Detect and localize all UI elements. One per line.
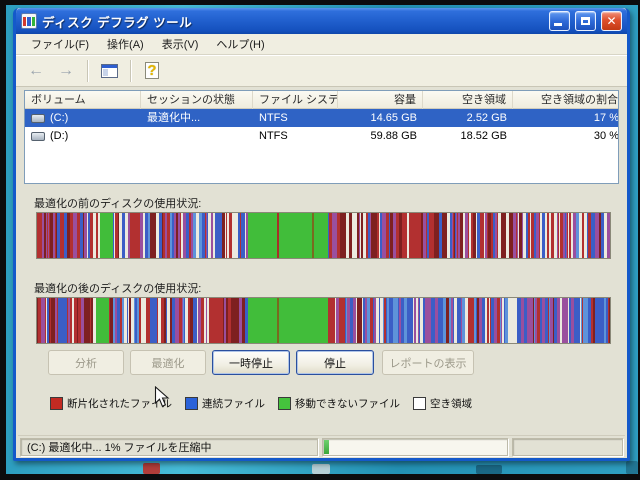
usage-segment-red xyxy=(209,298,223,343)
usage-segment-stripes xyxy=(37,298,58,343)
usage-segment-green xyxy=(248,298,277,343)
console-window-icon xyxy=(101,64,118,78)
defrag-progress-fill xyxy=(324,440,329,454)
usage-segment-blue xyxy=(58,298,68,343)
close-icon: ✕ xyxy=(606,15,616,27)
drive-icon xyxy=(31,114,45,123)
filesystem: NTFS xyxy=(253,127,338,145)
defragment-button: 最適化 xyxy=(130,350,206,375)
defrag-app-icon xyxy=(21,13,37,29)
drive-icon xyxy=(31,132,45,141)
column-header-free[interactable]: 空き領域 xyxy=(423,91,513,109)
list-header: ボリューム セッションの状態 ファイル システム 容量 空き領域 空き領域の割合 xyxy=(25,91,618,109)
column-header-filesystem[interactable]: ファイル システム xyxy=(253,91,338,109)
desktop-shadow xyxy=(626,461,638,474)
close-button[interactable]: ✕ xyxy=(601,11,622,31)
volume-row-c[interactable]: (C:) 最適化中... NTFS 14.65 GB 2.52 GB 17 % xyxy=(25,109,618,127)
free-percent: 17 % xyxy=(513,109,619,127)
view-report-button: レポートの表示 xyxy=(382,350,474,375)
column-header-session[interactable]: セッションの状態 xyxy=(141,91,253,109)
before-usage-label: 最適化の前のディスクの使用状況: xyxy=(34,195,201,211)
status-text: (C:) 最適化中... 1% ファイルを圧縮中 xyxy=(20,438,318,456)
defrag-progress-bar xyxy=(322,438,508,456)
volume-name: (C:) xyxy=(50,109,68,127)
column-header-capacity[interactable]: 容量 xyxy=(338,91,423,109)
usage-segment-stripes xyxy=(518,213,610,258)
usage-segment-green xyxy=(100,213,113,258)
after-usage-bar xyxy=(36,297,611,344)
legend: 断片化されたファイル 連続ファイル 移動できないファイル 空き領域 xyxy=(50,396,472,411)
back-arrow-icon: ← xyxy=(28,63,44,79)
minimize-button[interactable] xyxy=(549,11,570,31)
toolbar: ← → ? xyxy=(16,55,627,87)
volume-list: ボリューム セッションの状態 ファイル システム 容量 空き領域 空き領域の割合… xyxy=(24,90,619,184)
menu-view[interactable]: 表示(V) xyxy=(153,34,208,54)
defrag-window: ディスク デフラグ ツール ✕ ファイル(F) 操作(A) 表示(V) ヘルプ(… xyxy=(13,8,630,461)
free-percent: 30 % xyxy=(513,127,619,145)
stop-button[interactable]: 停止 xyxy=(296,350,374,375)
volume-row-d[interactable]: (D:) NTFS 59.88 GB 18.52 GB 30 % xyxy=(25,127,618,145)
monitor-screen: ディスク デフラグ ツール ✕ ファイル(F) 操作(A) 表示(V) ヘルプ(… xyxy=(6,5,638,474)
menu-bar: ファイル(F) 操作(A) 表示(V) ヘルプ(H) xyxy=(16,34,627,55)
legend-free-space: 空き領域 xyxy=(413,396,472,411)
usage-segment-stripes xyxy=(328,213,518,258)
usage-segment-stripes xyxy=(67,298,96,343)
menu-file[interactable]: ファイル(F) xyxy=(22,34,98,54)
free-space-color-swatch xyxy=(413,397,426,410)
volume-name: (D:) xyxy=(50,127,68,145)
legend-unmovable: 移動できないファイル xyxy=(278,396,400,411)
session-status: 最適化中... xyxy=(141,109,253,127)
console-tree-button[interactable] xyxy=(97,59,121,83)
legend-contiguous: 連続ファイル xyxy=(185,396,265,411)
back-button[interactable]: ← xyxy=(24,59,48,83)
window-body: ファイル(F) 操作(A) 表示(V) ヘルプ(H) ← → ? ボリューム セ… xyxy=(16,34,627,458)
status-pane-empty xyxy=(512,438,623,456)
usage-segment-green xyxy=(279,298,328,343)
usage-segment-stripes xyxy=(223,298,248,343)
before-usage-bar xyxy=(36,212,611,259)
desktop-icon xyxy=(312,464,330,474)
usage-segment-green xyxy=(279,213,312,258)
capacity: 59.88 GB xyxy=(338,127,423,145)
fragmented-color-swatch xyxy=(50,397,63,410)
usage-segment-stripes xyxy=(109,298,209,343)
maximize-icon xyxy=(581,17,590,25)
usage-segment-stripes xyxy=(113,213,248,258)
free-space: 18.52 GB xyxy=(423,127,513,145)
mouse-cursor xyxy=(154,386,170,413)
unmovable-color-swatch xyxy=(278,397,291,410)
window-title: ディスク デフラグ ツール xyxy=(42,12,544,31)
toolbar-separator xyxy=(130,60,131,82)
help-button[interactable]: ? xyxy=(140,59,164,83)
usage-segment-stripes xyxy=(517,298,610,343)
pause-button[interactable]: 一時停止 xyxy=(212,350,290,375)
analyze-button: 分析 xyxy=(48,350,124,375)
free-space: 2.52 GB xyxy=(423,109,513,127)
forward-button[interactable]: → xyxy=(54,59,78,83)
usage-segment-green xyxy=(314,213,328,258)
minimize-icon xyxy=(554,23,562,26)
menu-help[interactable]: ヘルプ(H) xyxy=(207,34,273,54)
usage-segment-white xyxy=(508,298,517,343)
filesystem: NTFS xyxy=(253,109,338,127)
contiguous-color-swatch xyxy=(185,397,198,410)
usage-segment-green xyxy=(96,298,109,343)
help-icon: ? xyxy=(145,62,159,79)
usage-segment-red xyxy=(328,298,335,343)
after-usage-label: 最適化の後のディスクの使用状況: xyxy=(34,280,201,296)
usage-segment-green xyxy=(248,213,277,258)
desktop-shadow xyxy=(476,465,502,474)
usage-segment-stripes xyxy=(37,213,100,258)
capacity: 14.65 GB xyxy=(338,109,423,127)
menu-action[interactable]: 操作(A) xyxy=(98,34,153,54)
toolbar-separator xyxy=(87,60,88,82)
column-header-volume[interactable]: ボリューム xyxy=(25,91,141,109)
desktop-icon xyxy=(143,463,160,474)
column-header-free-pct[interactable]: 空き領域の割合 xyxy=(513,91,619,109)
forward-arrow-icon: → xyxy=(58,63,74,79)
title-bar[interactable]: ディスク デフラグ ツール ✕ xyxy=(16,8,627,34)
usage-segment-stripes xyxy=(335,298,508,343)
maximize-button[interactable] xyxy=(575,11,596,31)
status-bar: (C:) 最適化中... 1% ファイルを圧縮中 xyxy=(18,435,625,457)
